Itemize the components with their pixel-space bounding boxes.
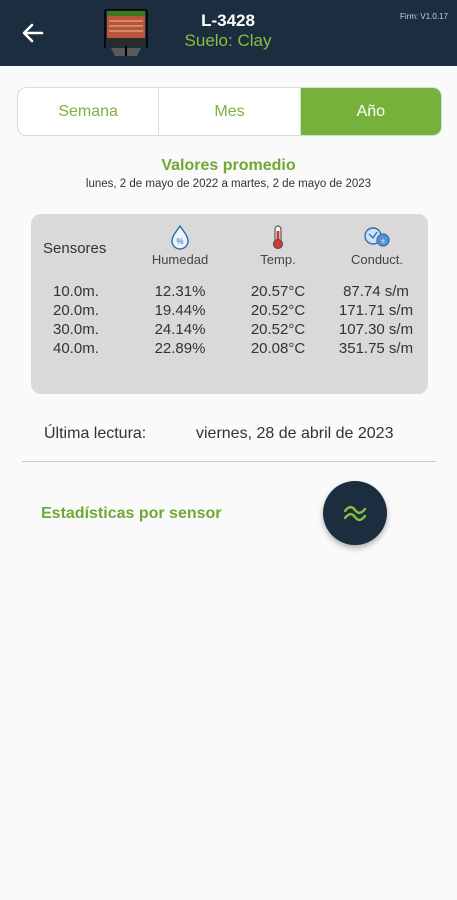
humidity-value: 22.89% (154, 340, 206, 357)
sensor-row: 30.0m. 24.14% 20.52°C 107.30 s/m (31, 321, 428, 341)
arrow-left-icon (22, 23, 44, 43)
water-drop-icon: % (171, 224, 189, 250)
humidity-header: % Humedad (135, 224, 225, 267)
last-reading-value: viernes, 28 de abril de 2023 (196, 425, 394, 442)
sensors-header: Sensores (43, 240, 107, 257)
tab-semana[interactable]: Semana (18, 88, 160, 135)
svg-text:%: % (176, 237, 183, 246)
averages-card: Sensores % Humedad Temp. ± Conduct. 10.0… (31, 214, 428, 394)
temperature-header: Temp. (233, 224, 323, 267)
sensor-depth: 40.0m. (53, 340, 99, 357)
temperature-value: 20.08°C (250, 340, 306, 357)
firmware-version: Firm: V1.0.17 (399, 12, 448, 21)
conductivity-value: 87.74 s/m (343, 283, 409, 300)
sensor-depth: 10.0m. (53, 283, 99, 300)
sensor-row: 40.0m. 22.89% 20.08°C 351.75 s/m (31, 340, 428, 360)
back-button[interactable] (16, 17, 50, 49)
device-id: L-3428 (201, 11, 255, 30)
sensor-stats-label[interactable]: Estadísticas por sensor (41, 505, 222, 523)
app-bar: L-3428 Suelo: Clay Firm: V1.0.17 (0, 0, 457, 66)
sensor-row: 10.0m. 12.31% 20.57°C 87.74 s/m (31, 283, 428, 303)
tab-mes[interactable]: Mes (159, 88, 301, 135)
soil-sensor-logo (104, 9, 148, 56)
conductivity-value: 351.75 s/m (338, 340, 414, 357)
humidity-value: 19.44% (154, 302, 206, 319)
stats-wave-icon (343, 505, 367, 522)
conductivity-icon: ± (364, 227, 390, 247)
period-selector: Semana Mes Año (17, 87, 442, 136)
averages-title: Valores promedio (161, 157, 296, 174)
temperature-value: 20.57°C (250, 283, 306, 300)
sensor-row: 20.0m. 19.44% 20.52°C 171.71 s/m (31, 302, 428, 322)
tab-ano[interactable]: Año (300, 88, 441, 135)
conductivity-value: 171.71 s/m (338, 302, 414, 319)
averages-date-range: lunes, 2 de mayo de 2022 a martes, 2 de … (85, 178, 372, 190)
last-reading-label: Última lectura: (44, 425, 147, 442)
thermometer-icon (272, 225, 284, 250)
sensor-stats-button[interactable] (323, 481, 387, 545)
temperature-value: 20.52°C (250, 321, 306, 338)
soil-type: Suelo: Clay (184, 31, 272, 50)
sensor-depth: 20.0m. (53, 302, 99, 319)
humidity-value: 24.14% (154, 321, 206, 338)
sensor-depth: 30.0m. (53, 321, 99, 338)
temperature-value: 20.52°C (250, 302, 306, 319)
conductivity-value: 107.30 s/m (338, 321, 414, 338)
svg-text:±: ± (381, 238, 385, 245)
divider (22, 461, 436, 462)
humidity-value: 12.31% (154, 283, 206, 300)
conductivity-header: ± Conduct. (332, 224, 422, 267)
